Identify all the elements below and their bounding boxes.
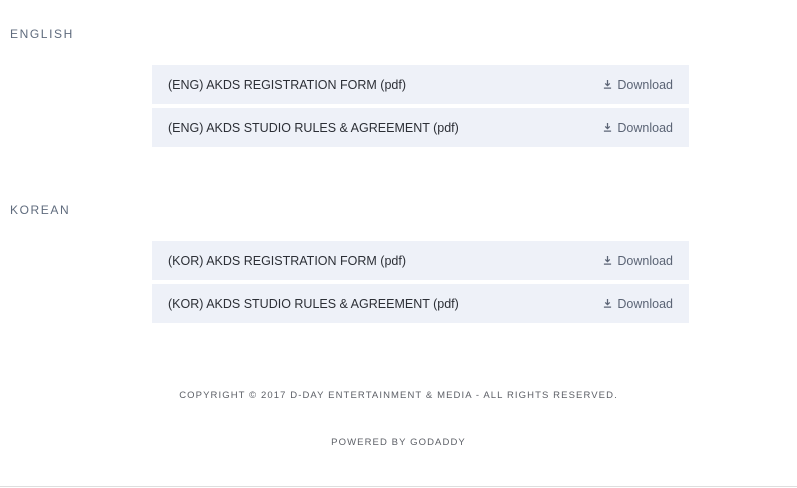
download-icon — [604, 123, 612, 132]
powered-by-link[interactable]: POWERED BY GODADDY — [0, 437, 797, 448]
file-name: (KOR) AKDS REGISTRATION FORM (pdf) — [168, 253, 406, 268]
file-list-english: (ENG) AKDS REGISTRATION FORM (pdf) Downl… — [152, 65, 689, 151]
file-row: (ENG) AKDS STUDIO RULES & AGREEMENT (pdf… — [152, 108, 689, 147]
section-title-english: ENGLISH — [10, 27, 74, 41]
page: ENGLISH (ENG) AKDS REGISTRATION FORM (pd… — [0, 0, 797, 488]
download-label: Download — [617, 253, 673, 268]
copyright-text: COPYRIGHT © 2017 D-DAY ENTERTAINMENT & M… — [179, 390, 618, 401]
download-icon — [604, 256, 612, 265]
file-row: (KOR) AKDS STUDIO RULES & AGREEMENT (pdf… — [152, 284, 689, 323]
download-button[interactable]: Download — [603, 254, 673, 268]
download-button[interactable]: Download — [603, 78, 673, 92]
download-icon — [604, 80, 612, 89]
download-label: Download — [617, 120, 673, 135]
file-name: (KOR) AKDS STUDIO RULES & AGREEMENT (pdf… — [168, 296, 459, 311]
file-row: (ENG) AKDS REGISTRATION FORM (pdf) Downl… — [152, 65, 689, 104]
download-button[interactable]: Download — [603, 121, 673, 135]
bottom-divider — [0, 486, 797, 487]
file-row: (KOR) AKDS REGISTRATION FORM (pdf) Downl… — [152, 241, 689, 280]
download-label: Download — [617, 296, 673, 311]
file-name: (ENG) AKDS STUDIO RULES & AGREEMENT (pdf… — [168, 120, 459, 135]
section-title-korean: KOREAN — [10, 203, 71, 217]
download-icon — [604, 299, 612, 308]
download-button[interactable]: Download — [603, 297, 673, 311]
file-list-korean: (KOR) AKDS REGISTRATION FORM (pdf) Downl… — [152, 241, 689, 327]
file-name: (ENG) AKDS REGISTRATION FORM (pdf) — [168, 77, 406, 92]
download-label: Download — [617, 77, 673, 92]
